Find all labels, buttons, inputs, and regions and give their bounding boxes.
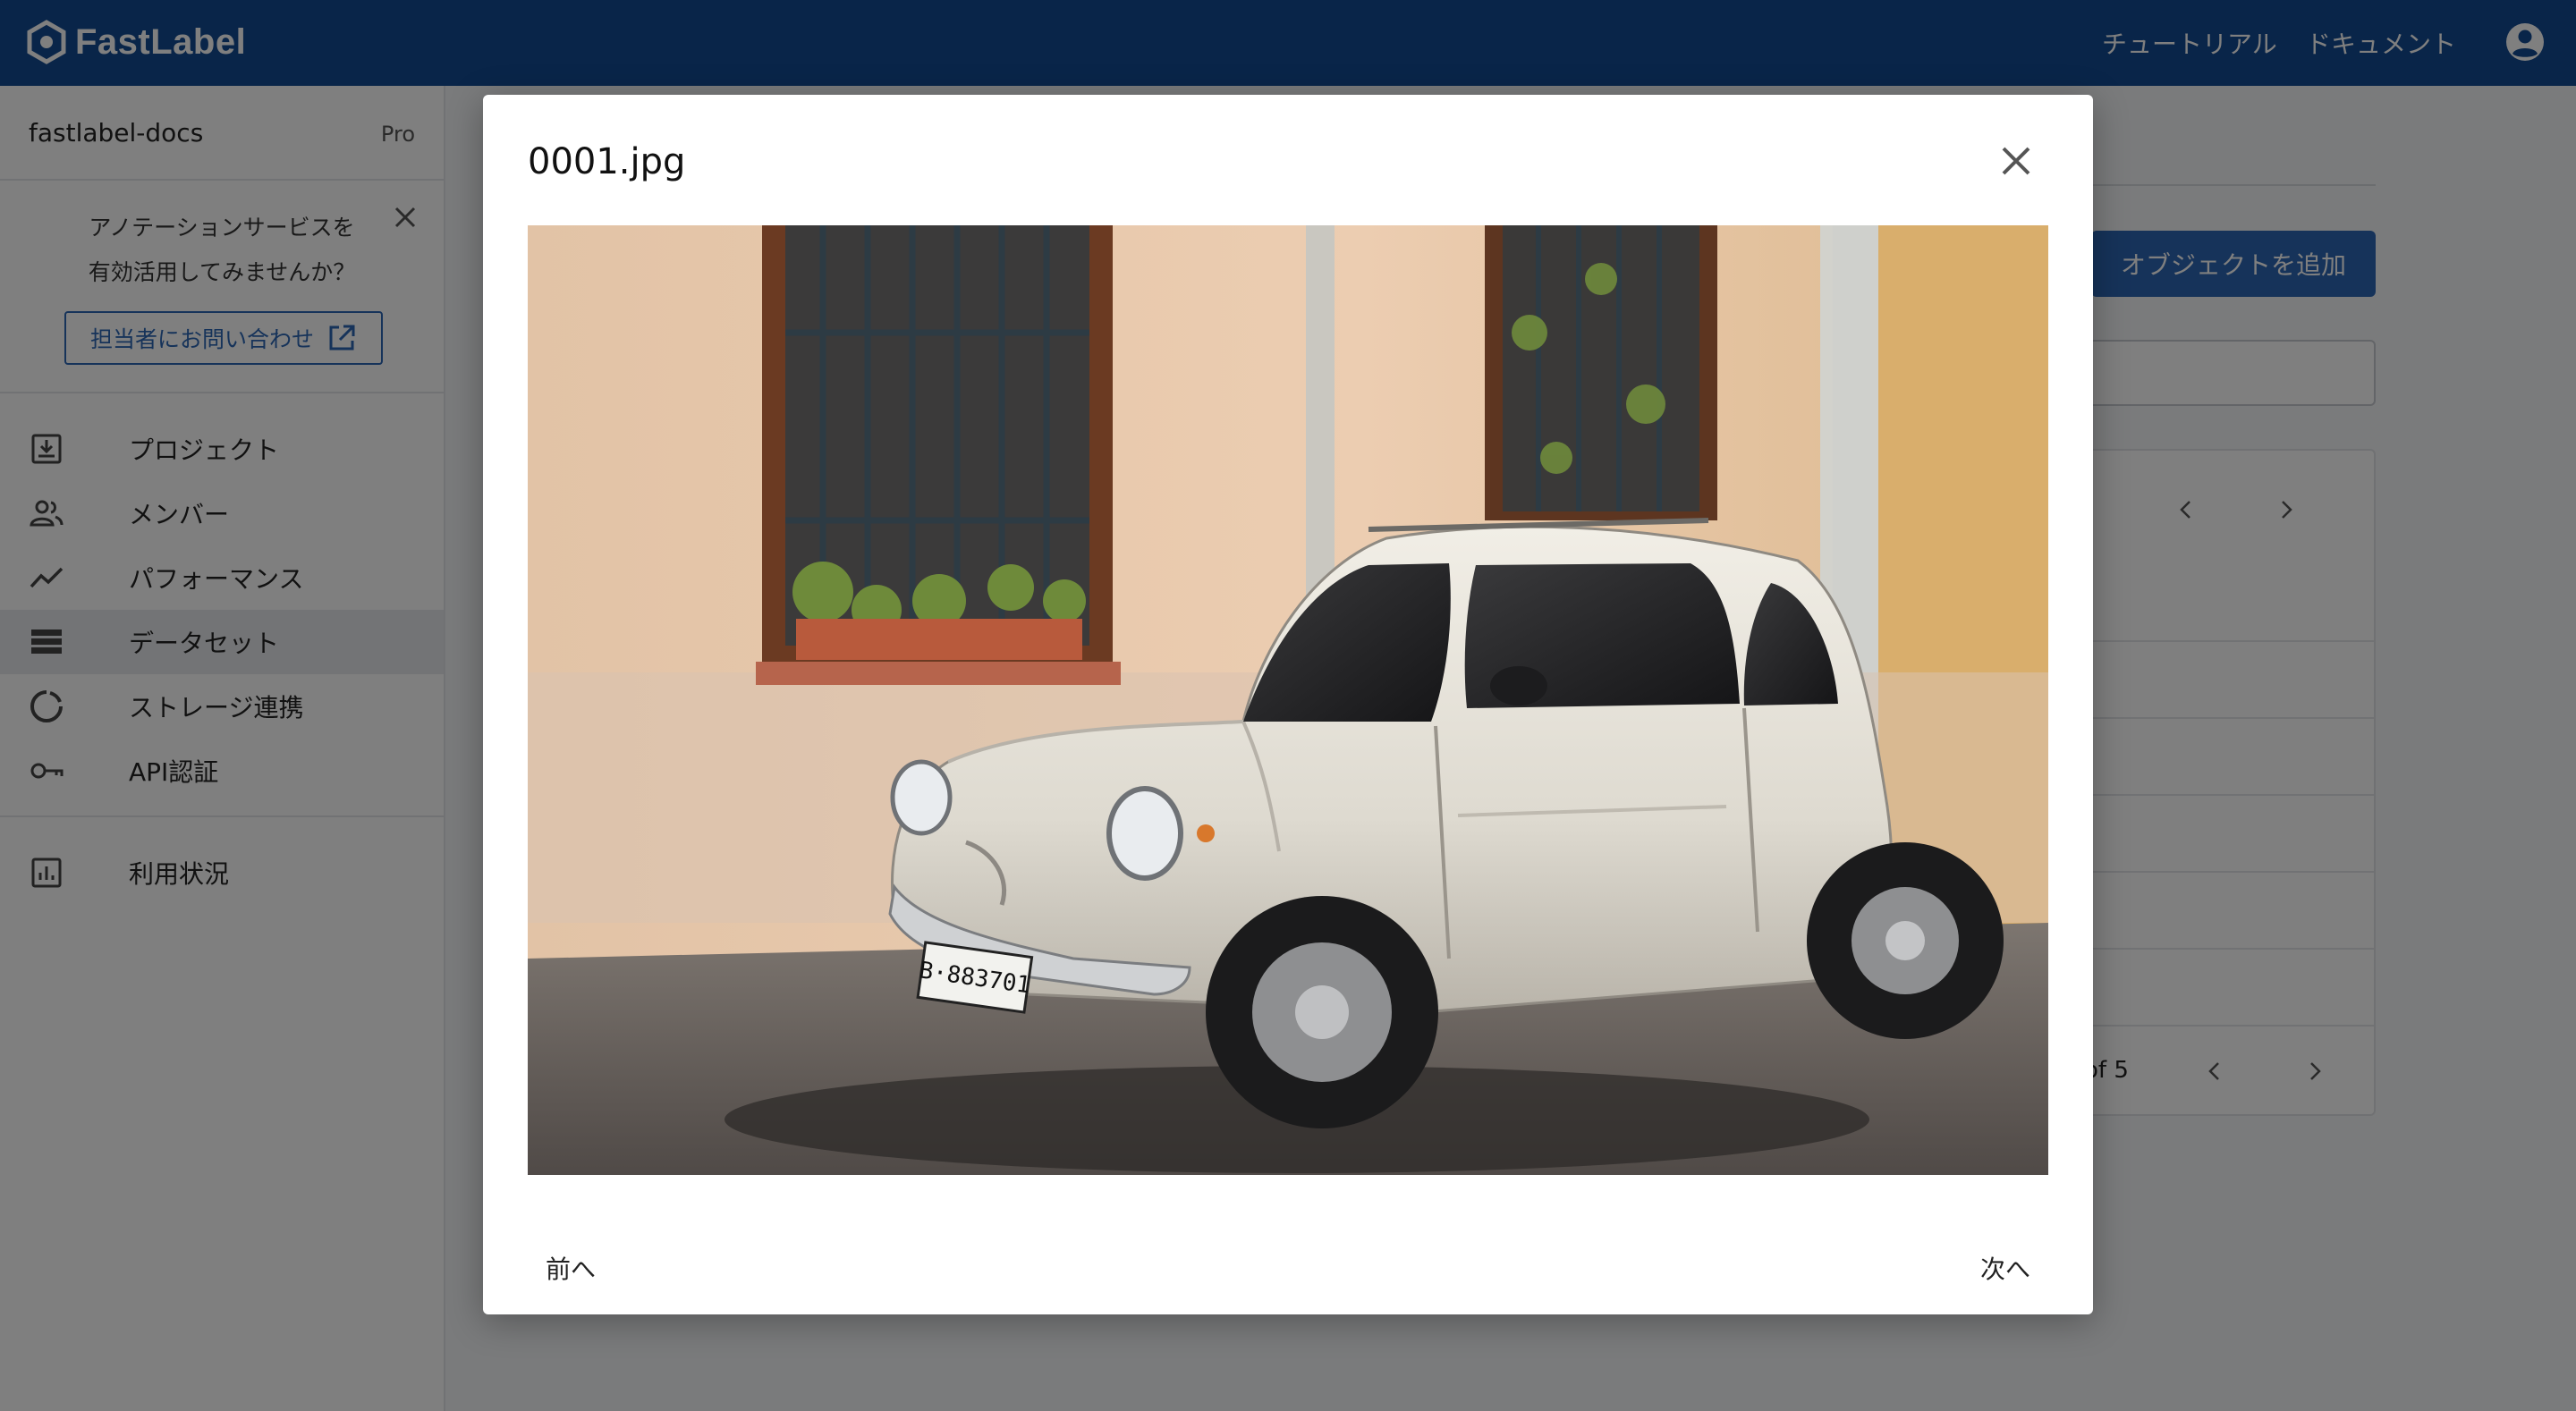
preview-image: B·883701 xyxy=(528,225,2048,1175)
prev-button[interactable]: 前へ xyxy=(546,1250,596,1286)
image-preview-dialog: 0001.jpg B·883701 前へ 次へ xyxy=(483,95,2093,1314)
next-button[interactable]: 次へ xyxy=(1980,1250,2030,1286)
car-photo: B·883701 xyxy=(528,225,2048,1175)
close-icon[interactable] xyxy=(1996,141,2036,181)
dialog-title: 0001.jpg xyxy=(528,141,686,182)
